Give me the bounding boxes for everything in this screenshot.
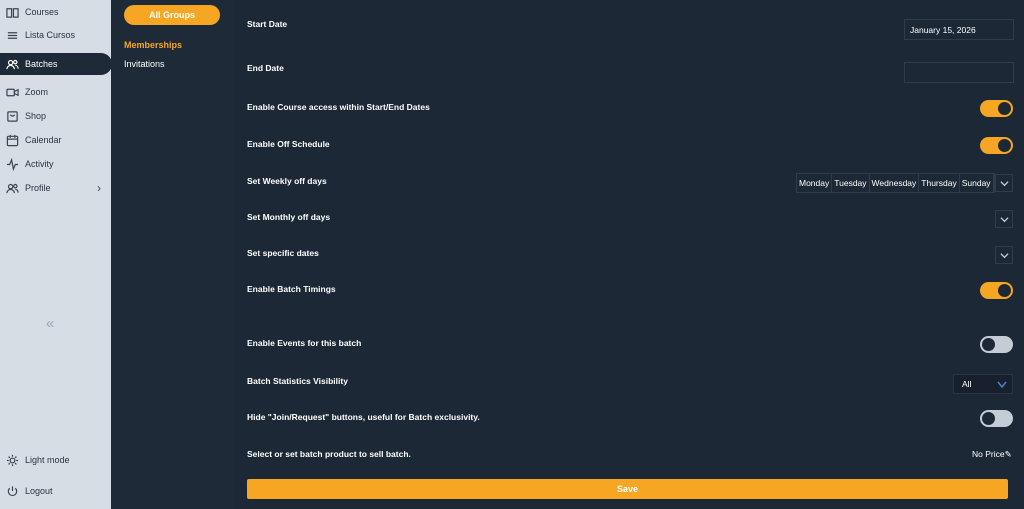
memberships-link[interactable]: Memberships <box>124 40 182 50</box>
chevron-down-icon <box>999 252 1009 258</box>
nav-item-label: Batches <box>25 59 58 69</box>
groups-panel: All Groups Memberships Invitations <box>111 0 234 509</box>
toggle-knob <box>982 412 995 425</box>
pencil-icon: ✎ <box>1004 449 1012 459</box>
nav-item-label: Calendar <box>25 135 62 145</box>
nav-item-label: Courses <box>25 7 59 17</box>
sun-icon <box>5 453 19 467</box>
chevron-down-icon <box>999 216 1009 222</box>
end-date-label: End Date <box>247 63 284 73</box>
power-icon <box>5 484 19 498</box>
nav-item-label: Shop <box>25 111 47 121</box>
toggle-knob <box>998 102 1011 115</box>
nav-item-label: Profile <box>25 183 51 193</box>
price-value: No Price <box>972 449 1005 459</box>
toggle-knob <box>998 139 1011 152</box>
activity-icon <box>5 157 19 171</box>
off-schedule-label: Enable Off Schedule <box>247 139 330 149</box>
nav-item-lista-cursos[interactable]: Lista Cursos <box>0 24 111 46</box>
events-toggle[interactable] <box>980 336 1013 353</box>
monthly-off-label: Set Monthly off days <box>247 212 331 222</box>
specific-dates-dropdown[interactable] <box>995 246 1013 264</box>
day-chip: Wednesday <box>870 174 920 192</box>
calendar-icon <box>5 133 19 147</box>
nav-item-label: Zoom <box>25 87 49 97</box>
nav-item-zoom[interactable]: Zoom <box>0 81 111 103</box>
collapse-sidebar-icon[interactable]: « <box>46 315 54 332</box>
light-mode-toggle[interactable]: Light mode <box>0 449 111 471</box>
hide-join-label: Hide "Join/Request" buttons, useful for … <box>247 412 480 422</box>
weekly-off-dropdown[interactable] <box>995 174 1013 192</box>
off-schedule-toggle[interactable] <box>980 137 1013 154</box>
select-value: All <box>962 379 972 389</box>
book-icon <box>5 5 19 19</box>
specific-dates-label: Set specific dates <box>247 248 319 258</box>
nav-item-calendar[interactable]: Calendar <box>0 129 111 151</box>
events-label: Enable Events for this batch <box>247 338 362 348</box>
nav-item-batches[interactable]: Batches <box>0 53 112 75</box>
price-edit[interactable]: No Price✎ <box>972 449 1012 460</box>
invitations-link[interactable]: Invitations <box>124 59 165 69</box>
nav-item-label: Lista Cursos <box>25 30 76 40</box>
day-chip: Tuesday <box>832 174 870 192</box>
users-icon <box>5 57 19 71</box>
nav-item-label: Activity <box>25 159 54 169</box>
nav-item-courses[interactable]: Courses <box>0 1 111 23</box>
bag-icon <box>5 109 19 123</box>
logout-button[interactable]: Logout <box>0 480 111 502</box>
toggle-knob <box>998 284 1011 297</box>
course-access-label: Enable Course access within Start/End Da… <box>247 102 430 112</box>
day-chip: Monday <box>797 174 833 192</box>
nav-item-profile[interactable]: Profile › <box>0 177 111 199</box>
list-icon <box>5 28 19 42</box>
batch-timings-toggle[interactable] <box>980 282 1013 299</box>
main-sidebar: Courses Lista Cursos Batches Zoom Shop C… <box>0 0 112 509</box>
end-date-input[interactable] <box>904 62 1014 83</box>
start-date-input[interactable]: January 15, 2026 <box>904 19 1014 40</box>
product-label: Select or set batch product to sell batc… <box>247 449 411 459</box>
stats-visibility-select[interactable]: All <box>953 374 1013 394</box>
nav-item-shop[interactable]: Shop <box>0 105 111 127</box>
batch-settings-form: Start Date January 15, 2026 End Date Ena… <box>234 0 1024 509</box>
monthly-off-dropdown[interactable] <box>995 210 1013 228</box>
save-button[interactable]: Save <box>247 479 1008 499</box>
chevron-right-icon: › <box>97 181 101 195</box>
stats-visibility-label: Batch Statistics Visibility <box>247 376 348 386</box>
light-mode-label: Light mode <box>25 455 70 465</box>
logout-label: Logout <box>25 486 53 496</box>
weekly-off-label: Set Weekly off days <box>247 176 327 186</box>
chevron-down-icon <box>997 381 1007 389</box>
chevron-down-icon <box>999 180 1009 186</box>
all-groups-button[interactable]: All Groups <box>124 5 220 25</box>
day-chip: Thursday <box>919 174 960 192</box>
day-chip: Sunday <box>960 174 994 192</box>
toggle-knob <box>982 338 995 351</box>
course-access-toggle[interactable] <box>980 100 1013 117</box>
video-icon <box>5 85 19 99</box>
weekly-off-days-select[interactable]: Monday Tuesday Wednesday Thursday Sunday <box>796 173 995 193</box>
batch-timings-label: Enable Batch Timings <box>247 284 336 294</box>
nav-item-activity[interactable]: Activity <box>0 153 111 175</box>
hide-join-toggle[interactable] <box>980 410 1013 427</box>
start-date-label: Start Date <box>247 19 288 29</box>
profile-icon <box>5 181 19 195</box>
